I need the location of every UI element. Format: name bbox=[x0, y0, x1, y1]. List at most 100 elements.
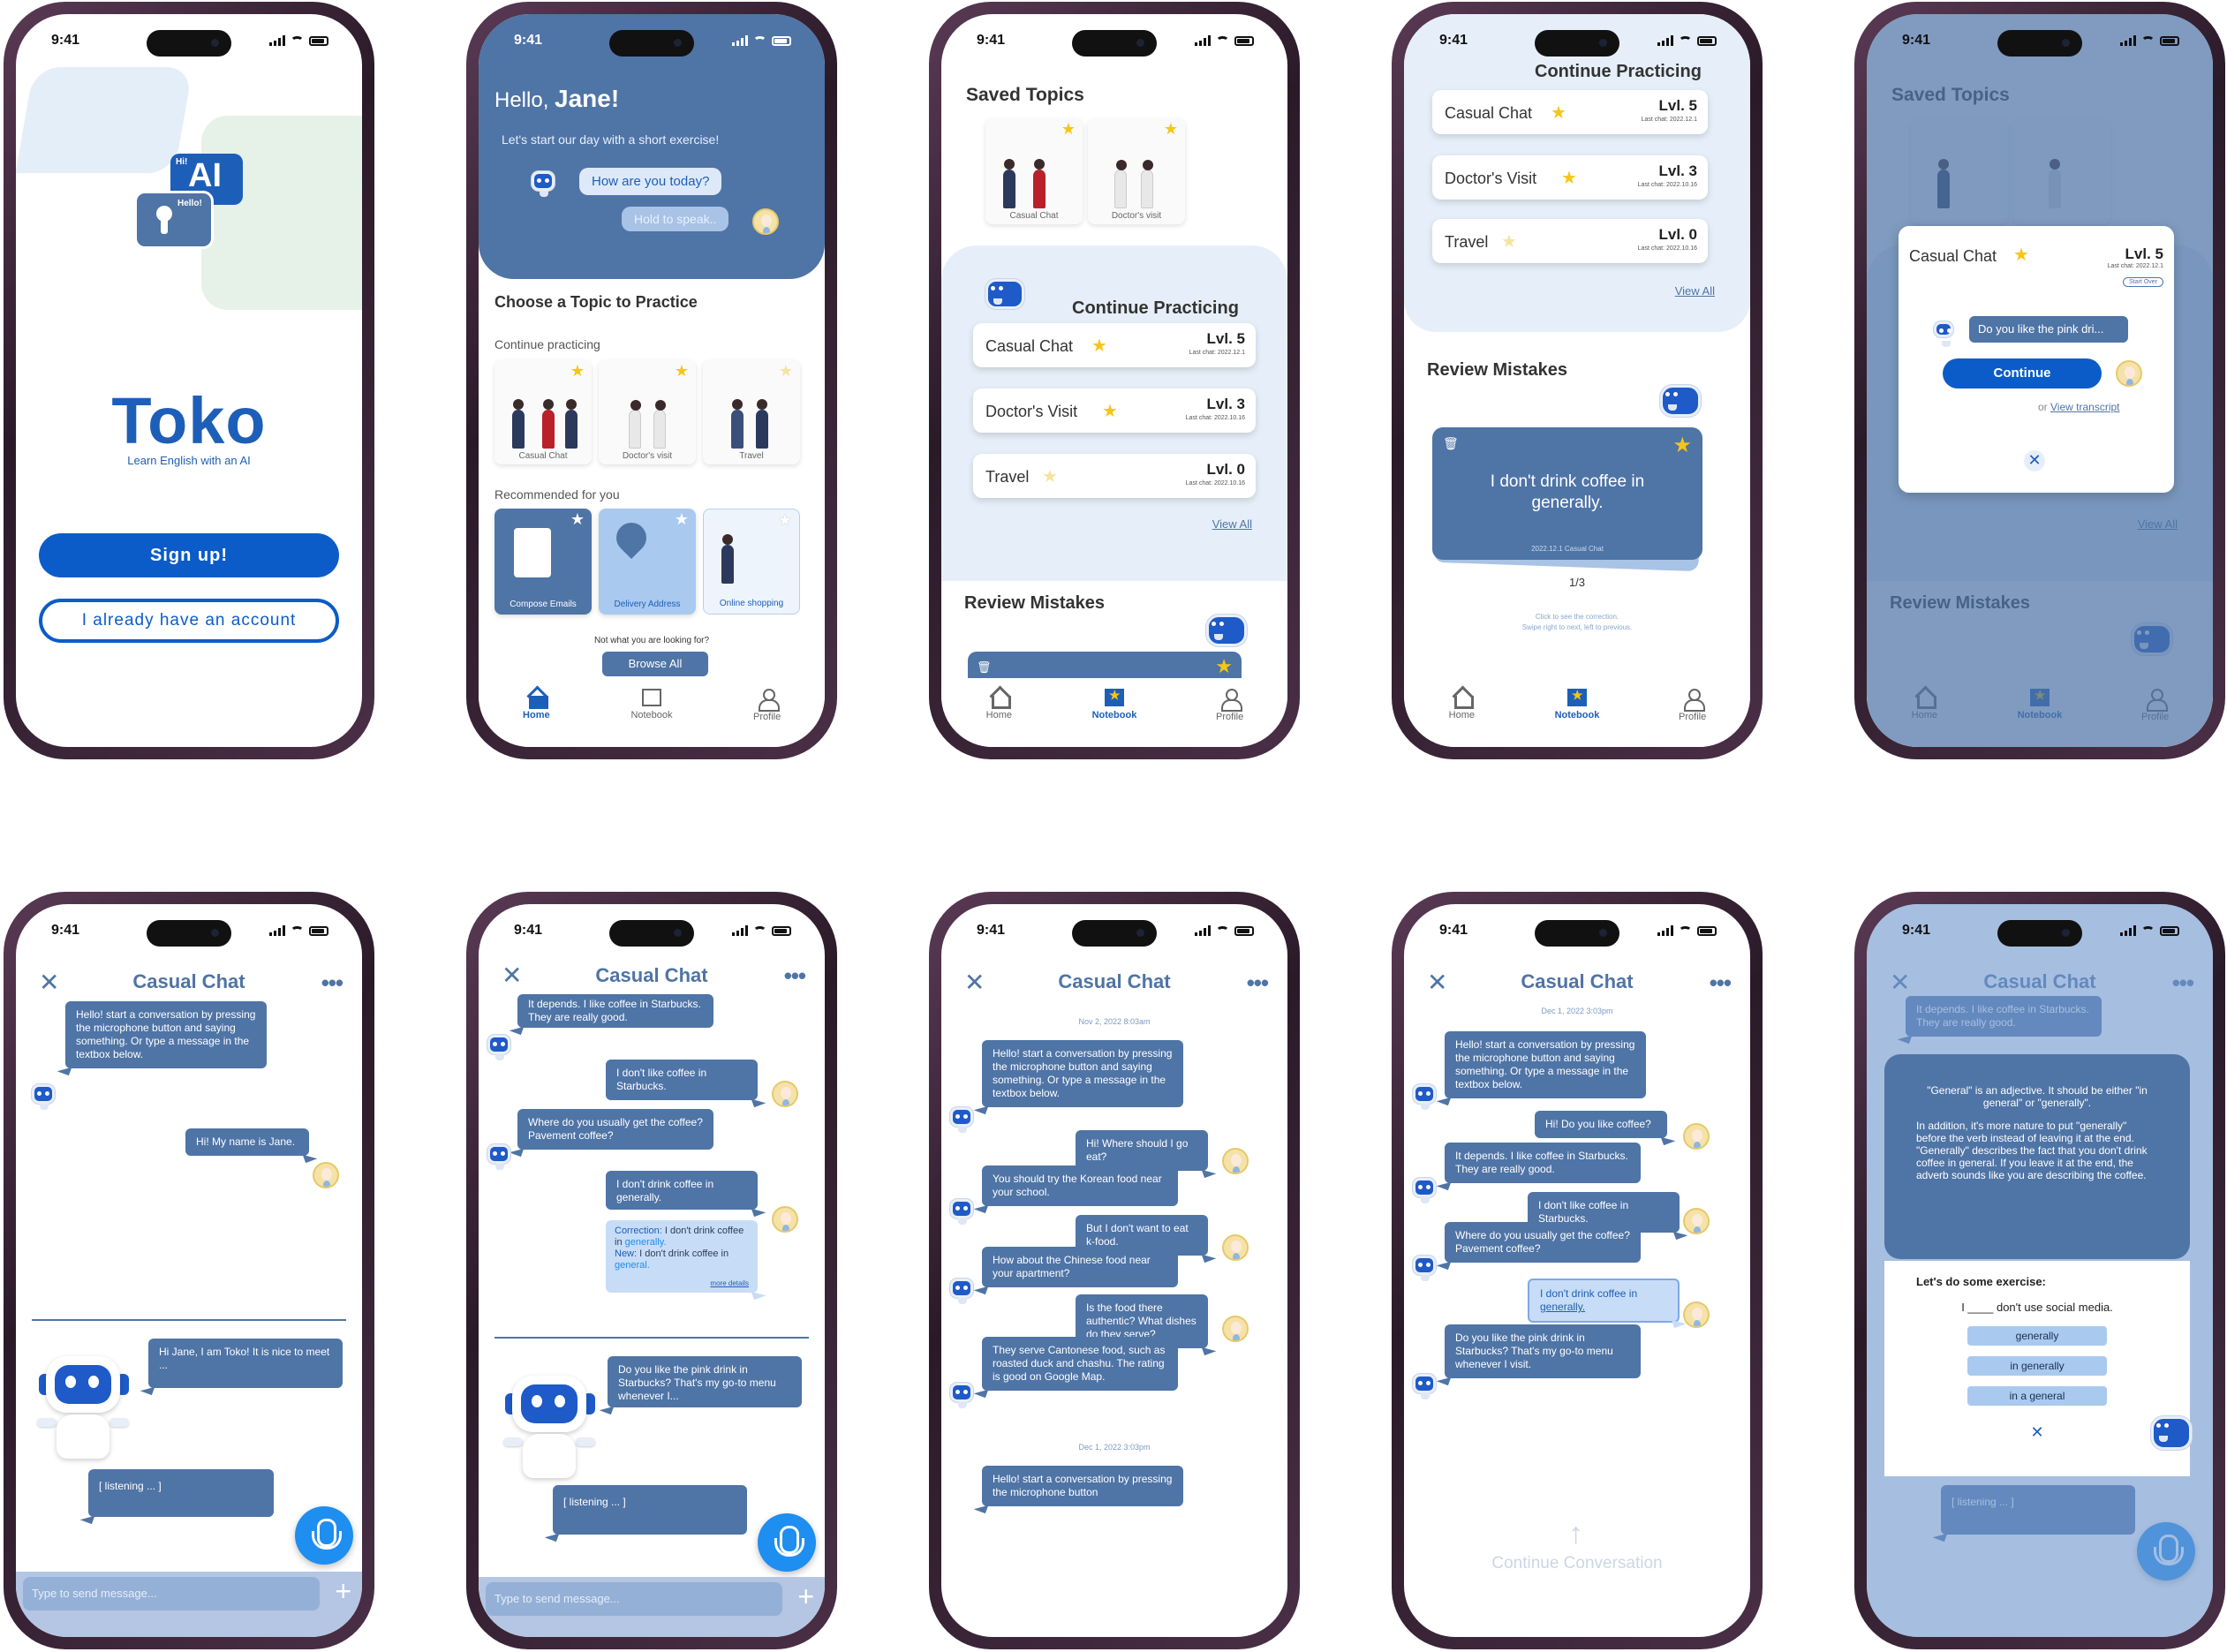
timestamp: Dec 1, 2022 3:03pm bbox=[1541, 1007, 1613, 1015]
view-transcript-link[interactable]: View transcript bbox=[2050, 401, 2119, 413]
hold-to-speak-button[interactable]: Hold to speak.. bbox=[622, 207, 729, 231]
divider bbox=[494, 1337, 809, 1339]
tab-profile[interactable]: Profile bbox=[1195, 689, 1265, 722]
message-text: I don't drink coffee in bbox=[1540, 1287, 1638, 1300]
user-avatar bbox=[1222, 1234, 1249, 1261]
prompt-bubble: How are you today? bbox=[579, 168, 722, 195]
tab-home[interactable]: Home bbox=[963, 689, 1034, 720]
microphone-button[interactable] bbox=[295, 1506, 353, 1565]
practice-card-casual-chat[interactable]: Casual Chat ★ Lvl. 5 Last chat: 2022.12.1 bbox=[973, 323, 1256, 367]
status-time: 9:41 bbox=[514, 33, 543, 48]
practice-name: Casual Chat bbox=[985, 337, 1074, 355]
star-outline-icon[interactable]: ★ bbox=[778, 511, 792, 530]
plus-icon[interactable]: + bbox=[797, 1580, 814, 1613]
camera-notch bbox=[147, 30, 231, 57]
tab-home[interactable]: Home bbox=[501, 689, 571, 720]
browse-all-button[interactable]: Browse All bbox=[602, 652, 708, 676]
saved-card-casual-chat[interactable]: ★ Casual Chat bbox=[985, 118, 1083, 224]
notebook-icon bbox=[1566, 688, 1587, 706]
rec-card-delivery-address[interactable]: ★ Delivery Address bbox=[599, 509, 696, 615]
topic-card-travel[interactable]: ★ Travel bbox=[703, 360, 800, 464]
app-logo: Toko bbox=[111, 384, 267, 457]
practice-card-doctors-visit[interactable]: Doctor's Visit ★ Lvl. 3 Last chat: 2022.1… bbox=[1432, 155, 1708, 200]
more-icon[interactable]: ••• bbox=[1710, 969, 1732, 997]
practice-level: Lvl. 5 bbox=[1206, 330, 1245, 347]
star-icon[interactable]: ★ bbox=[675, 362, 689, 381]
more-icon[interactable]: ••• bbox=[321, 969, 343, 997]
practice-last-chat: Last chat: 2022.12.1 bbox=[2107, 263, 2163, 269]
star-outline-icon[interactable]: ★ bbox=[1501, 230, 1517, 253]
practice-card-casual-chat[interactable]: Casual Chat ★ Lvl. 5 Last chat: 2022.12.1 bbox=[1432, 90, 1708, 134]
camera-notch bbox=[147, 920, 231, 947]
trash-icon[interactable]: 🗑 bbox=[977, 660, 992, 675]
tab-home[interactable]: Home bbox=[1426, 689, 1497, 720]
rec-card-compose-emails[interactable]: ★ Compose Emails bbox=[494, 509, 592, 615]
practice-card-travel[interactable]: Travel ★ Lvl. 0 Last chat: 2022.10.16 bbox=[973, 454, 1256, 498]
saved-card-doctors-visit[interactable]: ★ Doctor's visit bbox=[1088, 118, 1185, 224]
message-bot: Hello! start a conversation by pressing … bbox=[982, 1466, 1183, 1506]
message-user-highlighted[interactable]: I don't drink coffee in generally. bbox=[1528, 1279, 1680, 1323]
message-bot: Hi Jane, I am Toko! It is nice to meet .… bbox=[148, 1339, 343, 1388]
star-outline-icon[interactable]: ★ bbox=[1042, 465, 1058, 487]
close-icon[interactable]: ✕ bbox=[2027, 1423, 2048, 1445]
rec-card-online-shopping[interactable]: ★ Online shopping bbox=[703, 509, 800, 615]
star-icon[interactable]: ★ bbox=[1672, 433, 1692, 458]
plus-icon[interactable]: + bbox=[335, 1575, 351, 1608]
star-icon[interactable]: ★ bbox=[1091, 335, 1107, 357]
tab-notebook[interactable]: Notebook bbox=[616, 689, 687, 720]
tab-notebook[interactable]: Notebook bbox=[1542, 688, 1612, 720]
star-icon[interactable]: ★ bbox=[1061, 120, 1076, 139]
more-icon[interactable]: ••• bbox=[1247, 969, 1269, 997]
practice-card-travel[interactable]: Travel ★ Lvl. 0 Last chat: 2022.10.16 bbox=[1432, 219, 1708, 263]
star-icon[interactable]: ★ bbox=[1102, 400, 1118, 422]
view-all-link[interactable]: View All bbox=[1212, 517, 1252, 531]
star-icon[interactable]: ★ bbox=[2013, 244, 2029, 266]
star-outline-icon[interactable]: ★ bbox=[570, 510, 585, 529]
star-icon[interactable]: ★ bbox=[1561, 167, 1577, 189]
exercise-option[interactable]: in a general bbox=[1967, 1386, 2107, 1406]
wifi-icon bbox=[753, 35, 766, 46]
saved-topics-title: Saved Topics bbox=[966, 85, 1084, 105]
close-icon[interactable]: ✕ bbox=[2024, 450, 2045, 471]
message-input[interactable]: Type to send message... bbox=[23, 1577, 320, 1611]
tab-notebook[interactable]: Notebook bbox=[1079, 688, 1150, 720]
battery-icon bbox=[772, 925, 791, 936]
star-icon[interactable]: ★ bbox=[570, 362, 585, 381]
topic-card-doctors-visit[interactable]: ★ Doctor's visit bbox=[599, 360, 696, 464]
topic-card-casual-chat[interactable]: ★ Casual Chat bbox=[494, 360, 592, 464]
review-mistakes-title: Review Mistakes bbox=[1427, 360, 1567, 380]
divider bbox=[32, 1319, 346, 1321]
start-over-button[interactable]: Start Over bbox=[2123, 277, 2163, 287]
view-all-link[interactable]: View All bbox=[1675, 284, 1715, 298]
hint-swipe: Swipe right to next, left to previous. bbox=[1521, 623, 1633, 631]
robot-icon bbox=[1413, 1256, 1436, 1281]
star-outline-icon[interactable]: ★ bbox=[675, 510, 689, 529]
exercise-option[interactable]: in generally bbox=[1967, 1356, 2107, 1376]
login-button[interactable]: I already have an account bbox=[39, 599, 339, 643]
continue-button[interactable]: Continue bbox=[1943, 358, 2102, 388]
more-details-link[interactable]: more details bbox=[710, 1278, 749, 1289]
camera-notch bbox=[1535, 920, 1619, 947]
tab-profile[interactable]: Profile bbox=[1657, 689, 1728, 722]
tab-profile[interactable]: Profile bbox=[732, 689, 803, 722]
message-bot: Where do you usually get the coffee? Pav… bbox=[517, 1109, 713, 1150]
star-icon[interactable]: ★ bbox=[1551, 102, 1566, 124]
tab-bar: Home Notebook Profile bbox=[479, 678, 825, 747]
star-icon[interactable]: ★ bbox=[1164, 120, 1178, 139]
mistake-card[interactable]: 🗑 ★ I don't drink coffee in generally. 2… bbox=[1432, 427, 1702, 560]
practice-card-doctors-visit[interactable]: Doctor's Visit ★ Lvl. 3 Last chat: 2022.1… bbox=[973, 388, 1256, 433]
more-icon[interactable]: ••• bbox=[784, 962, 806, 990]
trash-icon[interactable]: 🗑 bbox=[1443, 436, 1459, 451]
star-icon[interactable]: ★ bbox=[1215, 655, 1233, 678]
message-user: I don't drink coffee in generally. bbox=[606, 1171, 758, 1210]
microphone-button[interactable] bbox=[758, 1513, 816, 1572]
message-input[interactable]: Type to send message... bbox=[486, 1582, 782, 1616]
signup-button[interactable]: Sign up! bbox=[39, 533, 339, 577]
star-outline-icon[interactable]: ★ bbox=[779, 362, 793, 381]
correction-label: Correction: bbox=[615, 1226, 662, 1236]
exercise-option[interactable]: generally bbox=[1967, 1326, 2107, 1346]
signal-icon bbox=[1195, 35, 1211, 46]
battery-icon bbox=[772, 35, 791, 46]
figure-illustration bbox=[721, 534, 734, 584]
continue-conversation-button[interactable]: Continue Conversation bbox=[1404, 1554, 1750, 1573]
